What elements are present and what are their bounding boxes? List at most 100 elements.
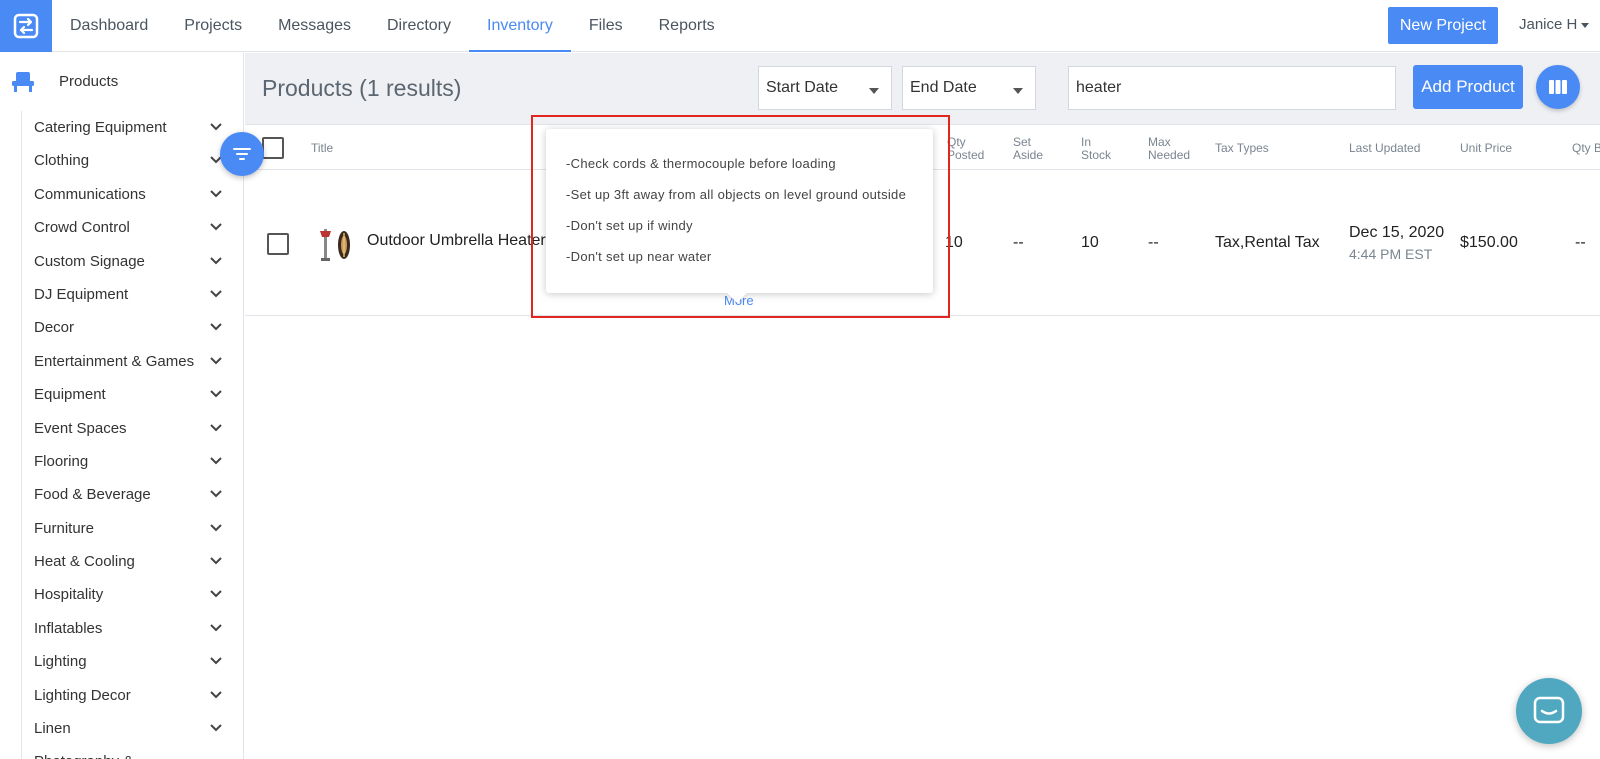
sidebar-category-item[interactable]: Communications <box>22 178 243 211</box>
chevron-down-icon[interactable] <box>210 256 222 265</box>
chevron-down-icon[interactable] <box>210 323 222 331</box>
user-name: Janice H <box>1519 16 1578 33</box>
filter-button[interactable] <box>220 132 264 176</box>
nav-messages[interactable]: Messages <box>260 0 369 52</box>
sidebar-category-item[interactable]: Flooring <box>22 445 243 478</box>
page-title: Products (1 results) <box>262 75 462 101</box>
columns-icon <box>1549 80 1567 94</box>
row-checkbox[interactable] <box>267 233 289 255</box>
sidebar-category-item[interactable]: Clothing <box>22 144 243 177</box>
col-last-updated[interactable]: Last Updated <box>1349 142 1420 155</box>
caret-down-icon <box>869 88 879 94</box>
filter-icon <box>233 148 251 160</box>
sidebar-header[interactable]: Products <box>0 53 243 111</box>
product-title[interactable]: Outdoor Umbrella Heater <box>367 232 546 250</box>
col-max-needed[interactable]: Max Needed <box>1148 136 1196 162</box>
col-qty-posted[interactable]: Qty Posted <box>947 136 995 162</box>
category-label: Communications <box>34 185 146 203</box>
chevron-down-icon[interactable] <box>210 390 222 398</box>
chat-launcher-button[interactable] <box>1516 678 1582 744</box>
start-date-select[interactable]: Start Date <box>758 66 892 110</box>
search-input[interactable] <box>1068 66 1396 110</box>
category-label: Furniture <box>34 519 95 537</box>
category-label: Lighting <box>34 653 87 671</box>
sidebar-category-item[interactable]: Decor <box>22 311 243 344</box>
nav-files[interactable]: Files <box>571 0 641 52</box>
nav-inventory[interactable]: Inventory <box>469 0 571 52</box>
category-label: Crowd Control <box>34 219 130 237</box>
sidebar-category-item[interactable]: DJ Equipment <box>22 278 243 311</box>
sidebar-category-item[interactable]: Heat & Cooling <box>22 545 243 578</box>
add-product-button[interactable]: Add Product <box>1413 65 1523 109</box>
chevron-down-icon[interactable] <box>210 724 222 732</box>
chevron-down-icon[interactable] <box>210 624 222 632</box>
category-label: Photography & <box>34 753 133 759</box>
col-title[interactable]: Title <box>311 142 333 155</box>
chevron-down-icon[interactable] <box>210 523 222 532</box>
logo-icon <box>13 13 39 39</box>
sidebar-category-item[interactable]: Lighting Decor <box>22 679 243 712</box>
col-set-aside[interactable]: Set Aside <box>1013 136 1053 162</box>
new-project-button[interactable]: New Project <box>1388 7 1498 44</box>
category-list: Catering Equipment Clothing Communications… <box>21 111 243 759</box>
caret-down-icon <box>1013 88 1023 94</box>
chevron-down-icon[interactable] <box>210 423 222 432</box>
sidebar-category-item[interactable]: Lighting <box>22 645 243 678</box>
end-date-label: End Date <box>910 79 977 96</box>
category-label: Catering Equipment <box>34 119 167 136</box>
cell-last-updated-date: Dec 15, 2020 <box>1349 224 1445 241</box>
columns-button[interactable] <box>1536 65 1580 109</box>
chevron-down-icon[interactable] <box>210 490 222 498</box>
nav-projects[interactable]: Projects <box>166 0 260 52</box>
highlight-box <box>531 115 950 318</box>
col-unit-price[interactable]: Unit Price <box>1460 142 1512 155</box>
category-label: Inflatables <box>34 619 103 637</box>
col-tax-types[interactable]: Tax Types <box>1215 142 1269 155</box>
sidebar-category-item[interactable]: Furniture <box>22 512 243 545</box>
product-thumbnail <box>316 225 352 270</box>
category-sidebar: Products Catering Equipment Clothing Commu… <box>0 53 244 759</box>
nav-directory[interactable]: Directory <box>369 0 469 52</box>
sidebar-category-item[interactable]: Inflatables <box>22 612 243 645</box>
col-qty-b[interactable]: Qty B <box>1572 142 1600 155</box>
sidebar-category-item[interactable]: Crowd Control <box>22 211 243 244</box>
end-date-select[interactable]: End Date <box>902 66 1036 110</box>
chevron-down-icon[interactable] <box>210 590 222 598</box>
nav-dashboard[interactable]: Dashboard <box>52 0 166 52</box>
col-in-stock[interactable]: In Stock <box>1081 136 1121 162</box>
category-label: Food & Beverage <box>34 486 151 504</box>
chevron-down-icon[interactable] <box>210 223 222 231</box>
sidebar-category-item[interactable]: Entertainment & Games <box>22 345 243 378</box>
chevron-down-icon[interactable] <box>210 290 222 298</box>
chevron-down-icon[interactable] <box>210 190 222 198</box>
cell-max-needed: -- <box>1148 234 1159 251</box>
sidebar-category-item[interactable]: Custom Signage <box>22 245 243 278</box>
sidebar-category-item[interactable]: Equipment <box>22 378 243 411</box>
sidebar-category-item[interactable]: Event Spaces <box>22 412 243 445</box>
start-date-label: Start Date <box>766 79 839 96</box>
category-label: DJ Equipment <box>34 285 129 303</box>
category-label: Custom Signage <box>34 252 145 270</box>
sidebar-category-item[interactable]: Hospitality <box>22 578 243 611</box>
top-navbar: Dashboard Projects Messages Directory Invent… <box>0 0 1600 52</box>
chevron-down-icon[interactable] <box>210 657 222 665</box>
sidebar-category-item[interactable]: Catering Equipment <box>22 111 243 144</box>
chevron-down-icon[interactable] <box>210 123 222 131</box>
cell-qty-b: -- <box>1575 234 1586 251</box>
user-menu[interactable]: Janice H <box>1519 16 1590 33</box>
chevron-down-icon[interactable] <box>210 357 222 365</box>
select-all-checkbox[interactable] <box>262 137 284 159</box>
cell-in-stock: 10 <box>1081 234 1099 251</box>
chevron-down-icon[interactable] <box>210 457 222 465</box>
cell-unit-price: $150.00 <box>1460 234 1518 251</box>
sidebar-category-item[interactable]: Linen <box>22 712 243 745</box>
category-label: Clothing <box>34 152 90 170</box>
main-nav: Dashboard Projects Messages Directory Invent… <box>52 0 733 52</box>
nav-reports[interactable]: Reports <box>641 0 733 52</box>
sidebar-category-item[interactable]: Photography & <box>22 745 243 759</box>
app-logo[interactable] <box>0 0 52 52</box>
chevron-down-icon[interactable] <box>210 557 222 565</box>
chevron-down-icon[interactable] <box>210 690 222 699</box>
sidebar-category-item[interactable]: Food & Beverage <box>22 478 243 511</box>
category-label: Heat & Cooling <box>34 553 135 571</box>
